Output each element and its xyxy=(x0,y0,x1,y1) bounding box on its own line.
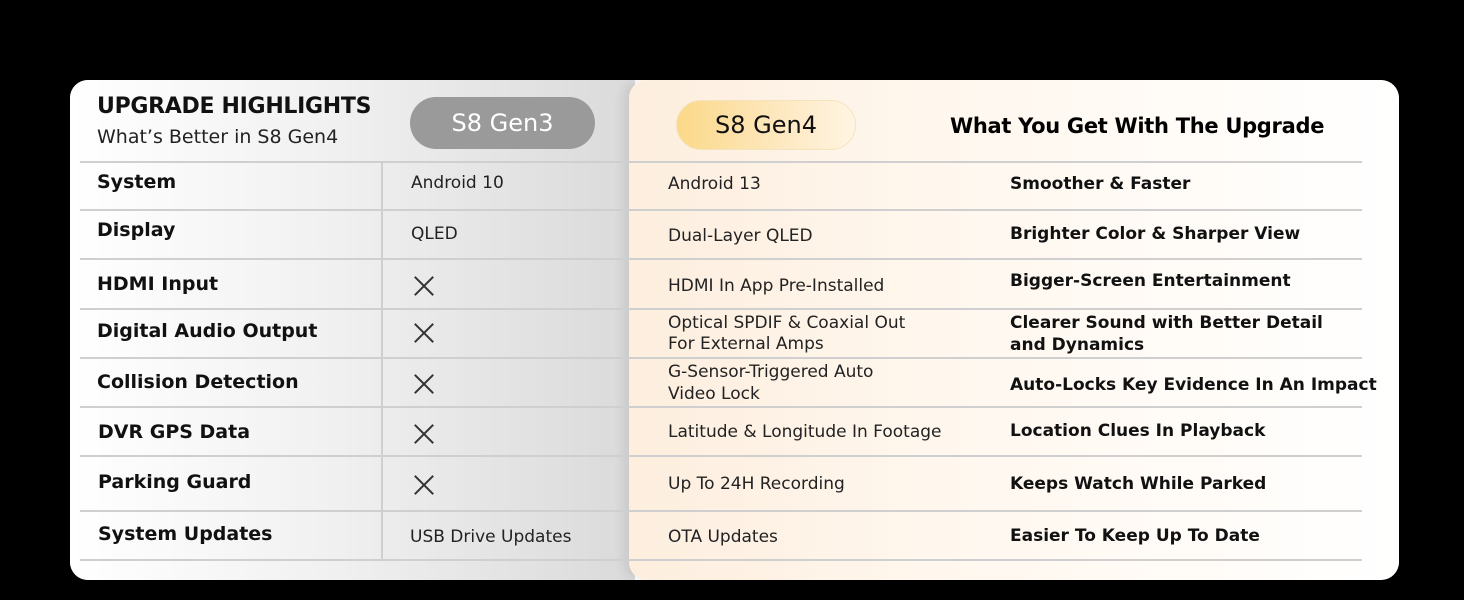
gen4-column-badge: S8 Gen4 xyxy=(676,100,856,150)
row-divider xyxy=(80,308,1362,310)
feature-label: DVR GPS Data xyxy=(98,421,251,443)
feature-label: Digital Audio Output xyxy=(97,320,318,342)
upgrade-benefit: Bigger-Screen Entertainment xyxy=(1010,271,1291,291)
page-title: UPGRADE HIGHLIGHTS xyxy=(97,94,372,119)
row-divider xyxy=(80,161,1362,163)
gen4-value: OTA Updates xyxy=(668,527,778,547)
upgrade-benefit: Brighter Color & Sharper View xyxy=(1010,224,1301,244)
feature-label: HDMI Input xyxy=(97,273,219,295)
gen4-value: HDMI In App Pre-Installed xyxy=(668,276,885,296)
x-icon xyxy=(412,473,436,497)
row-divider xyxy=(80,406,1362,408)
gen4-value-line1: G-Sensor-Triggered Auto xyxy=(668,362,874,382)
feature-label: Parking Guard xyxy=(98,471,252,493)
x-icon xyxy=(412,321,436,345)
upgrade-benefit: Location Clues In Playback xyxy=(1010,421,1266,441)
gen4-value: Up To 24H Recording xyxy=(668,474,845,494)
row-divider xyxy=(80,510,1362,512)
gen3-value: QLED xyxy=(411,224,458,244)
upgrade-benefit: Easier To Keep Up To Date xyxy=(1010,526,1260,546)
comparison-card: UPGRADE HIGHLIGHTS What’s Better in S8 G… xyxy=(70,80,1399,580)
gen4-value: Android 13 xyxy=(668,174,761,194)
upgrade-benefit-line2: and Dynamics xyxy=(1010,335,1145,355)
upgrade-benefit: Smoother & Faster xyxy=(1010,174,1191,194)
gen4-value: Dual-Layer QLED xyxy=(668,226,813,246)
upgrade-benefit: Keeps Watch While Parked xyxy=(1010,474,1267,494)
page-subtitle: What’s Better in S8 Gen4 xyxy=(97,126,339,148)
row-divider xyxy=(80,209,1362,211)
row-divider xyxy=(80,559,1362,561)
x-icon xyxy=(412,422,436,446)
gen3-column-badge: S8 Gen3 xyxy=(410,97,595,149)
upgrade-benefit-line1: Clearer Sound with Better Detail xyxy=(1010,313,1323,333)
column-divider xyxy=(381,162,383,560)
feature-label: Collision Detection xyxy=(97,371,299,393)
feature-label: Display xyxy=(97,219,176,241)
gen3-value: USB Drive Updates xyxy=(410,527,572,547)
row-divider xyxy=(80,258,1362,260)
row-divider xyxy=(80,357,1362,359)
feature-label: System Updates xyxy=(98,523,273,545)
gen3-value: Android 10 xyxy=(411,173,504,193)
x-icon xyxy=(412,274,436,298)
upgrade-column-heading: What You Get With The Upgrade xyxy=(950,114,1325,138)
gen4-value-line2: Video Lock xyxy=(668,384,760,404)
feature-label: System xyxy=(97,171,177,193)
gen4-value-line2: For External Amps xyxy=(668,334,824,354)
row-divider xyxy=(80,455,1362,457)
upgrade-benefit: Auto-Locks Key Evidence In An Impact xyxy=(1010,375,1377,395)
gen4-value-line1: Optical SPDIF & Coaxial Out xyxy=(668,313,906,333)
gen4-value: Latitude & Longitude In Footage xyxy=(668,422,942,442)
x-icon xyxy=(412,372,436,396)
